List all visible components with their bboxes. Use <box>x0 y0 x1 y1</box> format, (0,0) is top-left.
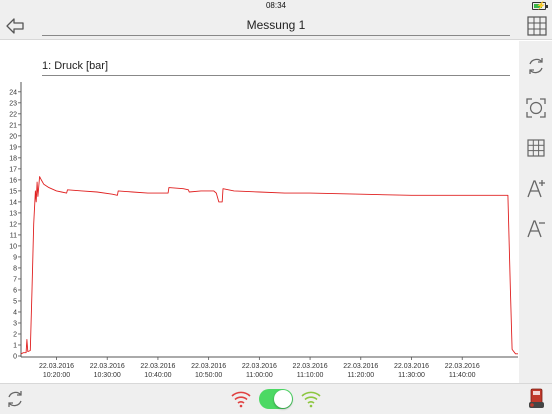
y-tick-label: 9 <box>13 254 17 261</box>
back-arrow-icon[interactable] <box>4 16 26 36</box>
x-tick-date: 22.03.2016 <box>242 363 277 370</box>
y-tick-label: 23 <box>9 100 17 107</box>
x-tick-date: 22.03.2016 <box>90 363 125 370</box>
y-tick-label: 20 <box>9 133 17 140</box>
refresh-icon[interactable] <box>4 388 26 410</box>
zoom-fit-icon[interactable] <box>525 97 547 119</box>
y-tick-label: 18 <box>9 155 17 162</box>
x-tick-time: 11:40:00 <box>449 372 476 379</box>
y-tick-label: 6 <box>13 287 17 294</box>
title-divider <box>42 35 510 36</box>
x-tick-time: 11:10:00 <box>297 372 324 379</box>
pressure-series-line <box>20 176 518 355</box>
y-tick-label: 7 <box>13 276 17 283</box>
charging-icon: ⚡ <box>536 1 546 10</box>
page-title: Messung 1 <box>246 18 306 32</box>
y-tick-label: 0 <box>13 354 17 361</box>
y-tick-label: 19 <box>9 144 17 151</box>
pressure-chart[interactable]: 0123456789101112131415161718192021222324… <box>0 82 519 383</box>
x-tick-time: 11:30:00 <box>398 372 425 379</box>
x-tick-date: 22.03.2016 <box>191 363 226 370</box>
x-tick-time: 11:00:00 <box>246 372 273 379</box>
y-tick-label: 3 <box>13 320 17 327</box>
tool-sidebar <box>519 41 552 383</box>
channel-divider <box>42 75 510 76</box>
wifi-connected-icon[interactable] <box>300 390 322 408</box>
grid-view-icon[interactable] <box>526 15 548 37</box>
x-tick-date: 22.03.2016 <box>343 363 378 370</box>
y-tick-label: 16 <box>9 177 17 184</box>
x-tick-time: 10:40:00 <box>144 372 171 379</box>
x-tick-time: 10:30:00 <box>94 372 121 379</box>
y-tick-label: 22 <box>9 111 17 118</box>
font-decrease-icon[interactable] <box>525 217 547 239</box>
device-icon[interactable] <box>526 387 546 411</box>
measurement-panel: 1: Druck [bar] 0 1 2 3 4 5 6 7 8 9 10 11 12 13 14 15 16 1… <box>0 41 519 383</box>
x-tick-date: 22.03.2016 <box>39 363 74 370</box>
status-time: 08:34 <box>265 1 287 10</box>
x-tick-time: 10:20:00 <box>43 372 70 379</box>
toggle-knob <box>274 390 292 408</box>
connection-toggle[interactable] <box>259 389 293 409</box>
bottom-toolbar <box>0 383 552 414</box>
channel-label[interactable]: 1: Druck [bar] <box>42 60 108 72</box>
y-tick-label: 14 <box>9 199 17 206</box>
y-tick-label: 5 <box>13 298 17 305</box>
y-tick-label: 1 <box>13 342 17 349</box>
sync-icon[interactable] <box>525 55 547 77</box>
y-tick-label: 4 <box>13 309 17 316</box>
status-bar: 08:34 ⚡ <box>0 0 552 13</box>
x-tick-time: 10:50:00 <box>195 372 222 379</box>
y-tick-label: 10 <box>9 243 17 250</box>
y-tick-label: 11 <box>10 232 17 239</box>
font-increase-icon[interactable] <box>525 177 547 199</box>
wifi-disconnected-icon[interactable] <box>230 390 252 408</box>
y-tick-label: 21 <box>9 122 17 129</box>
x-tick-time: 11:20:00 <box>347 372 374 379</box>
y-tick-label: 17 <box>9 166 17 173</box>
y-tick-label: 12 <box>9 221 17 228</box>
x-tick-date: 22.03.2016 <box>293 363 328 370</box>
x-tick-date: 22.03.2016 <box>394 363 429 370</box>
y-tick-label: 24 <box>9 89 17 96</box>
battery-icon: ⚡ <box>532 1 548 10</box>
y-tick-label: 2 <box>13 331 17 338</box>
y-tick-label: 15 <box>9 188 17 195</box>
gridlines-icon[interactable] <box>525 137 547 159</box>
nav-bar: Messung 1 <box>0 13 552 40</box>
x-tick-date: 22.03.2016 <box>445 363 480 370</box>
y-tick-label: 13 <box>9 210 17 217</box>
x-tick-date: 22.03.2016 <box>140 363 175 370</box>
y-tick-label: 8 <box>13 265 17 272</box>
